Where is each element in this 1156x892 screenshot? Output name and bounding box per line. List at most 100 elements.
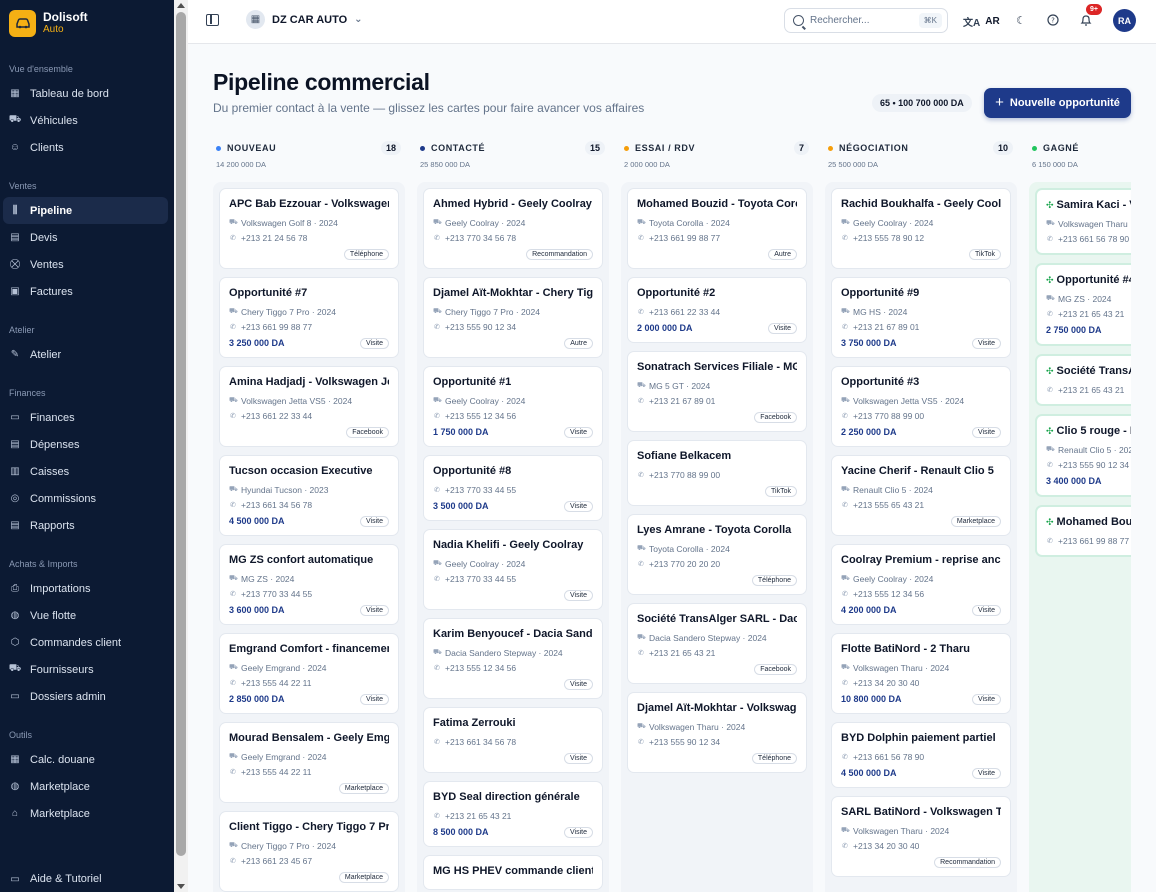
- opportunity-card[interactable]: Flotte BatiNord - 2 Tharu ⛟ Volkswagen Tha…: [831, 633, 1011, 714]
- sidebar-item-commissions[interactable]: ◎ Commissions: [3, 485, 168, 512]
- phone-icon: ✆: [842, 753, 848, 761]
- scrollbar-thumb[interactable]: [176, 12, 186, 856]
- column-dropzone[interactable]: ✣Samira Kaci - Volkswagen⛟Volkswagen Tha…: [1029, 182, 1131, 892]
- card-title-text: Coolray Premium - reprise ancienne: [841, 554, 1001, 566]
- phone-icon: ✆: [638, 234, 644, 242]
- scroll-up-arrow-icon[interactable]: [177, 3, 185, 8]
- sidebar-item-ventes[interactable]: ⛒ Ventes: [3, 251, 168, 278]
- card-phone-text: +213 661 99 88 77: [1058, 535, 1130, 546]
- opportunity-card[interactable]: Lyes Amrane - Toyota Corolla ⛟ Toyota Coro…: [627, 514, 807, 595]
- source-badge: Visite: [972, 767, 1001, 779]
- sidebar-item-dossiers-admin[interactable]: ▭ Dossiers admin: [3, 683, 168, 710]
- card-title-text: Mourad Bensalem - Geely Emgrand: [229, 732, 389, 744]
- column-dropzone[interactable]: Mohamed Bouzid - Toyota Corolla ⛟ Toyota C…: [621, 182, 813, 892]
- opportunity-card[interactable]: ✣Clio 5 rouge - Renault ⛟Renault Clio 5 ·…: [1035, 414, 1131, 497]
- sidebar-item-véhicules[interactable]: ⛟ Véhicules: [3, 107, 168, 134]
- sidebar-item-vue-flotte[interactable]: ◍ Vue flotte: [3, 602, 168, 629]
- opportunity-card[interactable]: Emgrand Comfort - financement ⛟ Geely Emgr…: [219, 633, 399, 714]
- opportunity-card[interactable]: Sonatrach Services Filiale - MG 5 GT ⛟MG …: [627, 351, 807, 432]
- card-vehicle: ⛟ Geely Coolray · 2024: [433, 556, 593, 571]
- sidebar-item-atelier[interactable]: ✎ Atelier: [3, 341, 168, 368]
- wallet-icon: ▭: [10, 412, 20, 423]
- sidebar-item-importations[interactable]: ⎙ Importations: [3, 575, 168, 602]
- card-phone-text: +213 661 99 88 77: [241, 321, 313, 332]
- opportunity-card[interactable]: Sofiane Belkacem ✆ +213 770 88 99 00 TikTok: [627, 440, 807, 506]
- sidebar-item-finances[interactable]: ▭ Finances: [3, 404, 168, 431]
- card-title: Sonatrach Services Filiale - MG 5 GT: [637, 361, 797, 373]
- opportunity-card[interactable]: Djamel Aït-Mokhtar - Volkswagen ⛟ Volkswag…: [627, 692, 807, 773]
- opportunity-card[interactable]: BYD Seal direction générale ✆ +213 21 65 4…: [423, 781, 603, 847]
- bell-icon[interactable]: [1079, 13, 1093, 27]
- opportunity-card[interactable]: APC Bab Ezzouar - Volkswagen Golf 8 ⛟Volk…: [219, 188, 399, 269]
- opportunity-card[interactable]: ✣Samira Kaci - Volkswagen ⛟Volkswagen Tha…: [1035, 188, 1131, 255]
- sidebar-item-dépenses[interactable]: ▤ Dépenses: [3, 431, 168, 458]
- new-opportunity-button[interactable]: + Nouvelle opportunité: [984, 88, 1131, 118]
- card-footer: 3 400 000 DA: [1046, 474, 1131, 488]
- sidebar-item-rapports[interactable]: ▤ Rapports: [3, 512, 168, 539]
- sidebar-scrollbar[interactable]: [174, 0, 188, 892]
- opportunity-card[interactable]: Client Tiggo - Chery Tiggo 7 Pro ⛟ Chery T…: [219, 811, 399, 892]
- sidebar-item-marketplace[interactable]: ⌂ Marketplace: [3, 800, 168, 827]
- card-title: Amina Hadjadj - Volkswagen Jetta VS5: [229, 376, 389, 388]
- opportunity-card[interactable]: Opportunité #1 ⛟ Geely Coolray · 2024 ✆ +213…: [423, 366, 603, 447]
- opportunity-card[interactable]: Amina Hadjadj - Volkswagen Jetta VS5 ⛟Vol…: [219, 366, 399, 447]
- opportunity-card[interactable]: Ahmed Hybrid - Geely Coolray ⛟ Geely Coolr…: [423, 188, 603, 269]
- sidebar-toggle-icon[interactable]: [206, 14, 219, 26]
- card-title-text: MG ZS confort automatique: [229, 554, 374, 566]
- opportunity-card[interactable]: MG HS PHEV commande client: [423, 855, 603, 890]
- opportunity-card[interactable]: Mourad Bensalem - Geely Emgrand ⛟Geely Em…: [219, 722, 399, 803]
- avatar[interactable]: RA: [1113, 9, 1136, 32]
- column-dropzone[interactable]: Rachid Boukhalfa - Geely Coolray ⛟ Geely C…: [825, 182, 1017, 892]
- sidebar-item-fournisseurs[interactable]: ⛟ Fournisseurs: [3, 656, 168, 683]
- sidebar-item-pipeline[interactable]: ⫼ Pipeline: [3, 197, 168, 224]
- help-book-icon: ▭: [10, 873, 20, 885]
- sidebar-item-factures[interactable]: ▣ Factures: [3, 278, 168, 305]
- card-footer: 4 500 000 DA Visite: [841, 766, 1001, 780]
- opportunity-card[interactable]: Yacine Cherif - Renault Clio 5 ⛟ Renault C…: [831, 455, 1011, 536]
- sidebar-item-help[interactable]: ▭ Aide & Tutoriel: [3, 866, 168, 892]
- sidebar-item-calc-douane[interactable]: ▦ Calc. douane: [3, 746, 168, 773]
- opportunity-card[interactable]: Mohamed Bouzid - Toyota Corolla ⛟ Toyota C…: [627, 188, 807, 269]
- opportunity-card[interactable]: Coolray Premium - reprise ancienne ⛟Geely…: [831, 544, 1011, 625]
- card-footer: Facebook: [637, 410, 797, 424]
- sidebar-item-caisses[interactable]: ▥ Caisses: [3, 458, 168, 485]
- column-dropzone[interactable]: APC Bab Ezzouar - Volkswagen Golf 8⛟Volk…: [213, 182, 405, 892]
- sidebar-item-tableau-de-bord[interactable]: ▦ Tableau de bord: [3, 80, 168, 107]
- language-switcher[interactable]: 文A AR: [963, 14, 1000, 29]
- card-vehicle: ⛟ Volkswagen Jetta VS5 · 2024: [229, 393, 389, 408]
- opportunity-card[interactable]: ✣ Opportunité #4 ⛟ MG ZS · 2024 ✆ +213 21 65 …: [1035, 263, 1131, 346]
- help-circle-icon[interactable]: ?: [1046, 13, 1060, 27]
- scroll-down-arrow-icon[interactable]: [177, 884, 185, 889]
- company-selector[interactable]: ▦ DZ CAR AUTO ⌄: [246, 10, 363, 29]
- search-input[interactable]: Rechercher... ⌘K: [784, 8, 948, 33]
- opportunity-card[interactable]: Tucson occasion Executive ⛟ Hyundai Tucson…: [219, 455, 399, 536]
- opportunity-card[interactable]: Opportunité #3 ⛟ Volkswagen Jetta VS5 · 20…: [831, 366, 1011, 447]
- sidebar-item-commandes-client[interactable]: ⬡ Commandes client: [3, 629, 168, 656]
- sidebar-item-marketplace[interactable]: ◍ Marketplace: [3, 773, 168, 800]
- sidebar-item-clients[interactable]: ☺ Clients: [3, 134, 168, 161]
- opportunity-card[interactable]: Opportunité #8 ✆ +213 770 33 44 55 3 500 00…: [423, 455, 603, 521]
- opportunity-card[interactable]: Opportunité #2 ✆ +213 661 22 33 44 2 000 00…: [627, 277, 807, 343]
- opportunity-card[interactable]: ✣Mohamed Bouzid ✆ +213 661 99 88 77: [1035, 505, 1131, 557]
- sidebar-item-devis[interactable]: ▤ Devis: [3, 224, 168, 251]
- car-icon: ⛟: [8, 114, 22, 125]
- status-dot-icon: [624, 145, 629, 151]
- opportunity-card[interactable]: Opportunité #9 ⛟ MG HS · 2024 ✆ +213 21 67 8…: [831, 277, 1011, 358]
- opportunity-card[interactable]: Karim Benyoucef - Dacia Sandero ⛟ Dacia Sa…: [423, 618, 603, 699]
- opportunity-card[interactable]: MG ZS confort automatique ⛟ MG ZS · 2024 ✆ +…: [219, 544, 399, 625]
- opportunity-card[interactable]: SARL BatiNord - Volkswagen Tharu ⛟Volkswa…: [831, 796, 1011, 877]
- column-header: NOUVEAU 18: [213, 138, 405, 158]
- opportunity-card[interactable]: Société TransAlger SARL - Dacia ⛟ Dacia Sa…: [627, 603, 807, 684]
- opportunity-card[interactable]: Opportunité #7 ⛟ Chery Tiggo 7 Pro · 2024 ✆…: [219, 277, 399, 358]
- column-dropzone[interactable]: Ahmed Hybrid - Geely Coolray ⛟ Geely Coolr…: [417, 182, 609, 892]
- opportunity-card[interactable]: Rachid Boukhalfa - Geely Coolray ⛟ Geely C…: [831, 188, 1011, 269]
- brand[interactable]: Dolisoft Auto: [0, 0, 174, 46]
- opportunity-card[interactable]: ✣Société TransAlger ✆ +213 21 65 43 21: [1035, 354, 1131, 406]
- opportunity-card[interactable]: Djamel Aït-Mokhtar - Chery Tiggo ⛟ Chery T…: [423, 277, 603, 358]
- card-footer: 1 750 000 DA Visite: [433, 425, 593, 439]
- column-title: NÉGOCIATION: [839, 143, 909, 153]
- opportunity-card[interactable]: Fatima Zerrouki ✆ +213 661 34 56 78 Visite: [423, 707, 603, 773]
- opportunity-card[interactable]: BYD Dolphin paiement partiel ✆ +213 661 56…: [831, 722, 1011, 788]
- opportunity-card[interactable]: Nadia Khelifi - Geely Coolray ⛟ Geely Cool…: [423, 529, 603, 610]
- moon-icon[interactable]: ☾: [1014, 13, 1028, 27]
